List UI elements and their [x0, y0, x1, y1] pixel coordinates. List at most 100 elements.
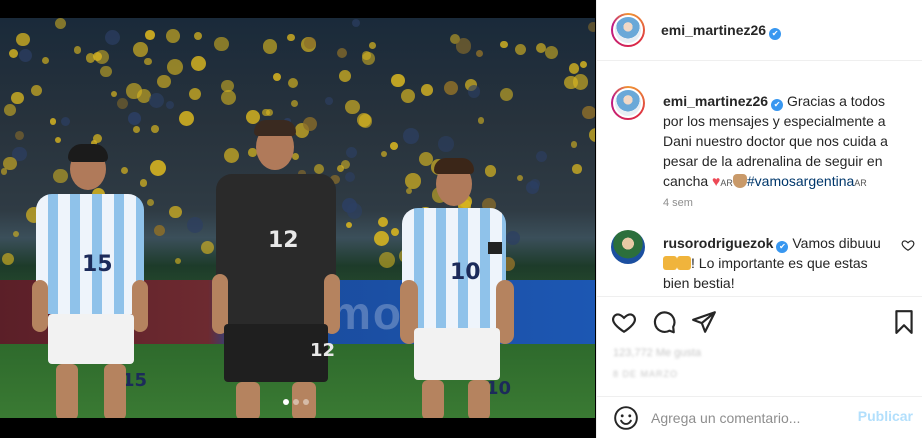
crowd-fan: [167, 58, 183, 75]
crowd-fan: [587, 21, 595, 33]
crowd-fan: [378, 252, 395, 269]
crowd-fan: [515, 43, 527, 55]
fist-emoji-icon: [732, 174, 747, 188]
crowd-fan: [4, 104, 16, 117]
post-photo[interactable]: mov 15 15 12 12 10 10: [0, 0, 595, 438]
player-10: 10 10: [398, 140, 526, 418]
hashtag-link[interactable]: #vamosargentina: [747, 173, 854, 189]
crowd-fan: [421, 84, 433, 97]
comment-body-end: ! Lo importante es que estas bien bestia…: [663, 255, 868, 291]
crowd-fan: [151, 124, 160, 133]
player-15: 15 15: [30, 130, 150, 418]
crowd-fan: [568, 63, 579, 74]
caption-username[interactable]: emi_martinez26: [663, 93, 768, 109]
like-heart-icon[interactable]: [611, 309, 637, 335]
crowd-fan: [288, 78, 299, 89]
crowd-fan: [345, 221, 353, 229]
crowd-fan: [356, 112, 371, 128]
raised-hands-emoji-icon: [663, 256, 677, 270]
crowd-fan: [345, 99, 360, 115]
crowd-fan: [3, 156, 17, 171]
avatar[interactable]: [611, 13, 645, 47]
crowd-fan: [221, 79, 234, 92]
crowd-fan: [467, 84, 481, 98]
crowd-fan: [50, 118, 57, 125]
crowd-fan: [193, 31, 203, 41]
crowd-fan: [361, 51, 376, 66]
comment-username[interactable]: rusorodriguezok: [663, 235, 773, 251]
crowd-fan: [338, 69, 351, 82]
crowd-fan: [166, 29, 181, 43]
crowd-fan: [220, 89, 236, 106]
crowd-fan: [500, 40, 508, 48]
crowd-fan: [126, 83, 143, 99]
carousel-dot[interactable]: [283, 399, 289, 405]
crowd-fan: [144, 57, 152, 66]
caption-avatar[interactable]: [611, 86, 645, 120]
comment-like-icon[interactable]: [901, 238, 915, 252]
crowd-fan: [150, 160, 166, 177]
header-username[interactable]: emi_martinez26: [661, 22, 766, 38]
crowd-fan: [11, 92, 24, 105]
share-plane-icon[interactable]: [691, 309, 717, 335]
crowd-fan: [579, 60, 588, 68]
crowd-fan: [213, 36, 229, 52]
crowd-fan: [573, 74, 589, 90]
crowd-fan: [166, 100, 175, 110]
crowd-fan: [41, 56, 49, 64]
shorts-number: 12: [310, 340, 336, 361]
verified-badge-icon: ✔: [769, 28, 782, 40]
comment-avatar[interactable]: [611, 230, 645, 264]
crowd-fan: [187, 216, 204, 233]
player-number: 15: [82, 252, 113, 277]
caption-text: emi_martinez26 ✔ Gracias a todos por los …: [663, 91, 909, 193]
crowd-fan: [303, 36, 316, 49]
crowd-fan: [157, 74, 171, 89]
crowd-fan: [55, 18, 67, 29]
emoji-smiley-icon[interactable]: [613, 405, 639, 431]
crowd-fan: [100, 66, 112, 78]
crowd-fan: [401, 89, 415, 103]
player-number: 10: [450, 260, 481, 285]
crowd-fan: [154, 225, 165, 237]
caption-timestamp[interactable]: 4 sem: [663, 197, 693, 209]
comment-input[interactable]: [651, 408, 851, 428]
bookmark-icon[interactable]: [891, 309, 917, 335]
crowd-fan: [262, 38, 278, 54]
crowd-fan: [544, 46, 558, 60]
comment-bubble-icon[interactable]: [651, 309, 677, 335]
post-date: 8 DE MARZO: [613, 369, 679, 379]
crowd-fan: [8, 49, 18, 59]
crowd-fan: [475, 50, 484, 58]
post-details-panel: emi_martinez26 ✔ emi_martinez26 ✔ Gracias …: [596, 0, 922, 438]
carousel-dots: [283, 399, 309, 405]
player-number: 12: [268, 228, 299, 253]
likes-count[interactable]: 123,772 Me gusta: [613, 347, 701, 359]
crowd-fan: [2, 252, 15, 266]
crowd-fan: [116, 97, 128, 109]
crowd-fan: [110, 90, 118, 98]
crowd-fan: [73, 46, 82, 54]
crowd-fan: [499, 88, 513, 102]
carousel-dot[interactable]: [293, 399, 299, 405]
crowd-fan: [14, 130, 24, 140]
crowd-fan: [525, 181, 540, 195]
add-comment-bar: Publicar: [597, 396, 922, 438]
post-comment-button[interactable]: Publicar: [858, 408, 913, 424]
crowd-fan: [175, 257, 182, 264]
crowd-fan: [455, 38, 472, 54]
raised-hands-emoji-icon: [677, 256, 691, 270]
crowd-fan: [391, 73, 405, 88]
crowd-fan: [104, 30, 121, 46]
verified-badge-icon: ✔: [776, 241, 789, 253]
crowd-fan: [444, 80, 459, 95]
crowd-fan: [536, 151, 548, 163]
carousel-dot[interactable]: [303, 399, 309, 405]
crowd-fan: [337, 47, 348, 58]
crowd-fan: [273, 73, 282, 82]
crowd-fan: [12, 230, 20, 238]
comment-text: rusorodriguezok ✔ Vamos dibuuu ! Lo impor…: [663, 233, 881, 293]
crowd-fan: [132, 42, 148, 58]
post-header: emi_martinez26 ✔: [597, 0, 922, 61]
crowd-fan: [18, 48, 33, 62]
